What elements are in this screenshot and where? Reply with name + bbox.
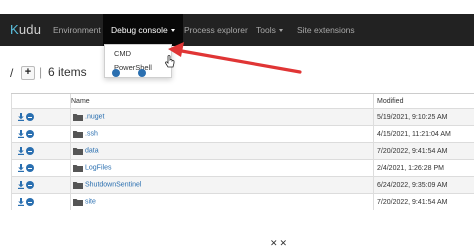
download-icon[interactable] bbox=[17, 130, 25, 138]
nav-process-explorer[interactable]: Process explorer bbox=[184, 14, 248, 46]
table-row: LogFiles 2/4/2021, 1:26:28 PM bbox=[12, 160, 474, 177]
delete-icon[interactable] bbox=[26, 164, 34, 172]
delete-icon[interactable] bbox=[26, 130, 34, 138]
delete-icon[interactable] bbox=[26, 181, 34, 189]
file-link[interactable]: .ssh bbox=[85, 131, 98, 138]
download-icon[interactable] bbox=[17, 147, 25, 155]
file-link[interactable]: site bbox=[85, 199, 96, 206]
nav-debug-console-label: Debug console bbox=[111, 25, 168, 35]
download-icon[interactable] bbox=[17, 164, 25, 172]
row-modified: 2/4/2021, 1:26:28 PM bbox=[374, 160, 474, 177]
column-header-actions bbox=[12, 94, 71, 109]
file-table: Name Modified .nuget 5/19/2021, 9:10:25 A… bbox=[11, 93, 474, 210]
brand-rest: udu bbox=[19, 22, 41, 37]
row-actions bbox=[12, 194, 71, 211]
row-actions bbox=[12, 160, 71, 177]
hand-cursor-icon bbox=[164, 55, 176, 69]
row-actions bbox=[12, 143, 71, 160]
download-icon[interactable] bbox=[17, 181, 25, 189]
folder-icon bbox=[73, 130, 83, 138]
folder-icon bbox=[73, 198, 83, 206]
row-name-cell: .ssh bbox=[71, 126, 374, 143]
path-separator: | bbox=[39, 65, 42, 79]
folder-icon bbox=[73, 164, 83, 172]
row-modified: 6/24/2022, 9:35:09 AM bbox=[374, 177, 474, 194]
row-name-cell: ShutdownSentinel bbox=[71, 177, 374, 194]
table-header-row: Name Modified bbox=[12, 94, 474, 109]
chevron-down-icon bbox=[171, 29, 175, 32]
nav-tools-label: Tools bbox=[256, 25, 276, 35]
column-header-modified[interactable]: Modified bbox=[374, 94, 474, 109]
path-root[interactable]: / bbox=[10, 66, 13, 80]
table-row: .ssh 4/15/2021, 11:21:04 AM bbox=[12, 126, 474, 143]
upload-icon[interactable] bbox=[112, 69, 120, 77]
download-icon[interactable] bbox=[17, 113, 25, 121]
row-modified: 4/15/2021, 11:21:04 AM bbox=[374, 126, 474, 143]
table-row: ShutdownSentinel 6/24/2022, 9:35:09 AM bbox=[12, 177, 474, 194]
folder-icon bbox=[73, 147, 83, 155]
items-count: 6 items bbox=[48, 65, 87, 79]
row-name-cell: LogFiles bbox=[71, 160, 374, 177]
row-name-cell: site bbox=[71, 194, 374, 211]
row-name-cell: .nuget bbox=[71, 109, 374, 126]
table-row: .nuget 5/19/2021, 9:10:25 AM bbox=[12, 109, 474, 126]
row-actions bbox=[12, 126, 71, 143]
table-row: data 7/20/2022, 9:41:54 AM bbox=[12, 143, 474, 160]
file-table-body: .nuget 5/19/2021, 9:10:25 AM .ssh 4/15/2021… bbox=[12, 109, 474, 211]
row-actions bbox=[12, 177, 71, 194]
menu-item-cmd[interactable]: CMD bbox=[114, 49, 131, 58]
nav-tools[interactable]: Tools bbox=[256, 14, 283, 46]
row-name-cell: data bbox=[71, 143, 374, 160]
refresh-icon[interactable] bbox=[138, 69, 146, 77]
download-icon[interactable] bbox=[17, 198, 25, 206]
table-row: site 7/20/2022, 9:41:54 AM bbox=[12, 194, 474, 211]
nav-environment[interactable]: Environment bbox=[53, 14, 101, 46]
bottom-glyphs: ✕✕ bbox=[270, 238, 289, 249]
file-link[interactable]: .nuget bbox=[85, 114, 104, 121]
folder-icon bbox=[73, 113, 83, 121]
file-link[interactable]: ShutdownSentinel bbox=[85, 182, 141, 189]
nav-debug-console[interactable]: Debug console bbox=[103, 14, 183, 46]
folder-icon bbox=[73, 181, 83, 189]
add-button[interactable]: + bbox=[21, 66, 35, 80]
row-modified: 5/19/2021, 9:10:25 AM bbox=[374, 109, 474, 126]
top-navbar: Kudu Environment Debug console Process e… bbox=[0, 14, 474, 46]
brand-logo[interactable]: Kudu bbox=[10, 22, 41, 38]
brand-first-letter: K bbox=[10, 22, 19, 37]
row-modified: 7/20/2022, 9:41:54 AM bbox=[374, 194, 474, 211]
chevron-down-icon bbox=[279, 29, 283, 32]
nav-site-extensions[interactable]: Site extensions bbox=[297, 14, 355, 46]
row-modified: 7/20/2022, 9:41:54 AM bbox=[374, 143, 474, 160]
delete-icon[interactable] bbox=[26, 113, 34, 121]
delete-icon[interactable] bbox=[26, 147, 34, 155]
file-link[interactable]: LogFiles bbox=[85, 165, 111, 172]
file-link[interactable]: data bbox=[85, 148, 99, 155]
delete-icon[interactable] bbox=[26, 198, 34, 206]
column-header-name[interactable]: Name bbox=[71, 94, 374, 109]
row-actions bbox=[12, 109, 71, 126]
